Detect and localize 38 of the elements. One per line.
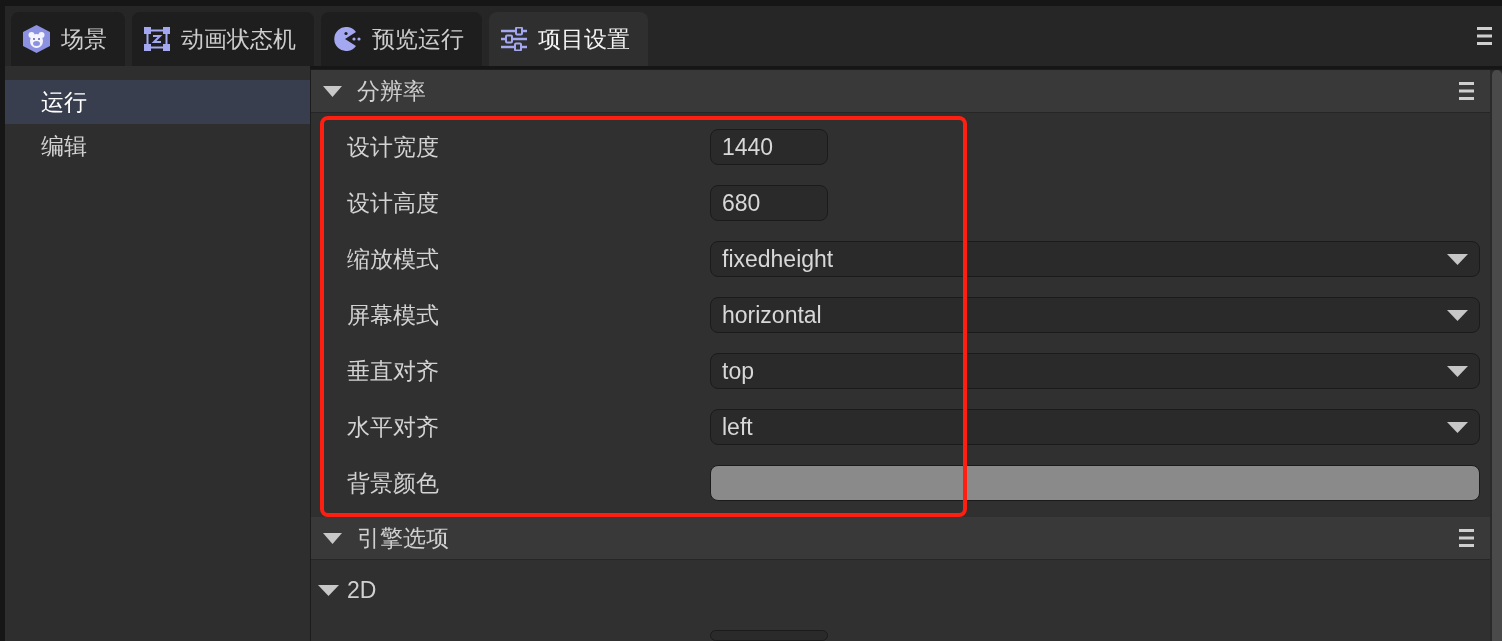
section-title: 分辨率 xyxy=(357,76,426,106)
field-label: 水平对齐 xyxy=(347,413,440,442)
sliders-icon xyxy=(501,27,527,51)
dropdown[interactable]: left xyxy=(710,409,1480,445)
field-label: 设计高度 xyxy=(347,189,440,218)
tab[interactable]: 场景 xyxy=(11,12,125,66)
dropdown-caret-icon xyxy=(1447,421,1468,433)
number-input[interactable]: 1440 xyxy=(710,129,828,165)
dropdown-caret-icon xyxy=(1447,253,1468,265)
tab[interactable]: 项目设置 xyxy=(489,12,648,66)
group-title: 2D xyxy=(347,576,377,604)
field-label: 屏幕模式 xyxy=(347,301,440,330)
tab[interactable]: 动画状态机 xyxy=(132,12,314,66)
field-label: 背景颜色 xyxy=(347,469,440,498)
hexagon-bear-icon xyxy=(23,25,50,53)
pacman-icon xyxy=(333,27,361,51)
field-label: 垂直对齐 xyxy=(347,357,440,386)
collapse-triangle-icon[interactable] xyxy=(323,532,342,544)
tab[interactable]: 预览运行 xyxy=(321,12,482,66)
number-input[interactable]: 680 xyxy=(710,185,828,221)
menu-icon[interactable] xyxy=(1477,27,1492,45)
field-label: 缩放模式 xyxy=(347,245,440,274)
section-title: 引擎选项 xyxy=(357,523,449,553)
field-label: 设计宽度 xyxy=(347,133,440,162)
menu-icon[interactable] xyxy=(1459,82,1474,100)
dropdown[interactable]: fixedheight xyxy=(710,241,1480,277)
color-field[interactable] xyxy=(710,465,1480,501)
sidebar-item[interactable]: 编辑 xyxy=(5,124,310,168)
scrollbar-thumb[interactable] xyxy=(1492,70,1502,641)
node-graph-icon xyxy=(144,26,170,52)
collapse-triangle-icon[interactable] xyxy=(318,584,339,596)
dropdown-caret-icon xyxy=(1447,309,1468,321)
dropdown-caret-icon xyxy=(1447,365,1468,377)
menu-icon[interactable] xyxy=(1459,529,1474,547)
sidebar-item[interactable]: 运行 xyxy=(5,80,310,124)
dropdown[interactable]: horizontal xyxy=(710,297,1480,333)
collapse-triangle-icon[interactable] xyxy=(323,85,342,97)
dropdown[interactable]: top xyxy=(710,353,1480,389)
